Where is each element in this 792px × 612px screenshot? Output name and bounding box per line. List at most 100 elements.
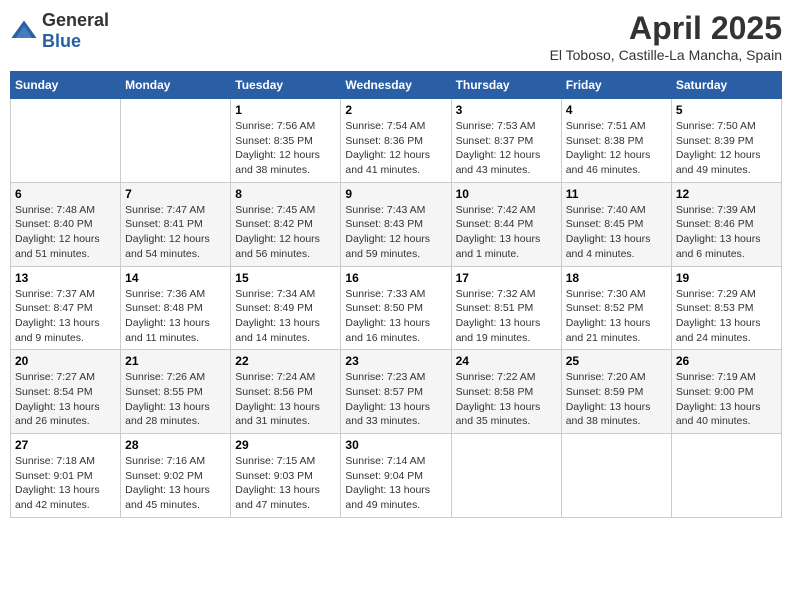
calendar-cell: 17Sunrise: 7:32 AM Sunset: 8:51 PM Dayli… — [451, 266, 561, 350]
calendar-cell: 14 Sunrise: 7:36 AM Sunset: 8:48 PM Dayli… — [121, 266, 231, 350]
calendar-cell — [11, 99, 121, 183]
day-detail: Sunrise: 7:56 AM Sunset: 8:35 PM Dayligh… — [235, 119, 336, 178]
calendar-week-3: 13 Sunrise: 7:37 AM Sunset: 8:47 PM Dayli… — [11, 266, 782, 350]
header: General Blue April 2025 El Toboso, Casti… — [10, 10, 782, 63]
day-number: 17 — [456, 271, 557, 285]
weekday-header-thursday: Thursday — [451, 72, 561, 99]
day-number: 8 — [235, 187, 336, 201]
day-number: 16 — [345, 271, 446, 285]
title-area: April 2025 El Toboso, Castille-La Mancha… — [550, 10, 782, 63]
day-number: 5 — [676, 103, 777, 117]
day-number: 30 — [345, 438, 446, 452]
day-detail: Sunrise: 7:18 AM Sunset: 9:01 PM Dayligh… — [15, 454, 116, 513]
calendar-cell: 1 Sunrise: 7:56 AM Sunset: 8:35 PM Daylig… — [231, 99, 341, 183]
day-detail: Sunrise: 7:43 AM Sunset: 8:43 PM Dayligh… — [345, 203, 446, 262]
calendar-cell: 30 Sunrise: 7:14 AM Sunset: 9:04 PM Dayli… — [341, 434, 451, 518]
day-detail: Sunrise: 7:16 AM Sunset: 9:02 PM Dayligh… — [125, 454, 226, 513]
calendar-cell: 9 Sunrise: 7:43 AM Sunset: 8:43 PM Daylig… — [341, 182, 451, 266]
day-detail: Sunrise: 7:51 AM Sunset: 8:38 PM Dayligh… — [566, 119, 667, 178]
logo-text: General Blue — [42, 10, 109, 52]
day-number: 6 — [15, 187, 116, 201]
day-number: 9 — [345, 187, 446, 201]
calendar-week-4: 20 Sunrise: 7:27 AM Sunset: 8:54 PM Dayli… — [11, 350, 782, 434]
calendar-week-2: 6 Sunrise: 7:48 AM Sunset: 8:40 PM Daylig… — [11, 182, 782, 266]
day-detail: Sunrise: 7:19 AM Sunset: 9:00 PM Dayligh… — [676, 370, 777, 429]
day-detail: Sunrise: 7:47 AM Sunset: 8:41 PM Dayligh… — [125, 203, 226, 262]
day-number: 19 — [676, 271, 777, 285]
day-number: 24 — [456, 354, 557, 368]
calendar-cell: 24 Sunrise: 7:22 AM Sunset: 8:58 PM Dayli… — [451, 350, 561, 434]
calendar-cell: 27Sunrise: 7:18 AM Sunset: 9:01 PM Dayli… — [11, 434, 121, 518]
day-number: 20 — [15, 354, 116, 368]
calendar-cell: 26 Sunrise: 7:19 AM Sunset: 9:00 PM Dayli… — [671, 350, 781, 434]
day-number: 4 — [566, 103, 667, 117]
calendar-week-1: 1 Sunrise: 7:56 AM Sunset: 8:35 PM Daylig… — [11, 99, 782, 183]
calendar-cell: 8 Sunrise: 7:45 AM Sunset: 8:42 PM Daylig… — [231, 182, 341, 266]
calendar-cell: 13 Sunrise: 7:37 AM Sunset: 8:47 PM Dayli… — [11, 266, 121, 350]
day-detail: Sunrise: 7:24 AM Sunset: 8:56 PM Dayligh… — [235, 370, 336, 429]
day-number: 29 — [235, 438, 336, 452]
calendar-cell: 28Sunrise: 7:16 AM Sunset: 9:02 PM Dayli… — [121, 434, 231, 518]
day-detail: Sunrise: 7:26 AM Sunset: 8:55 PM Dayligh… — [125, 370, 226, 429]
calendar-cell: 22 Sunrise: 7:24 AM Sunset: 8:56 PM Dayli… — [231, 350, 341, 434]
day-detail: Sunrise: 7:22 AM Sunset: 8:58 PM Dayligh… — [456, 370, 557, 429]
subtitle: El Toboso, Castille-La Mancha, Spain — [550, 47, 782, 63]
day-number: 3 — [456, 103, 557, 117]
weekday-header-saturday: Saturday — [671, 72, 781, 99]
weekday-header-monday: Monday — [121, 72, 231, 99]
calendar-cell: 6 Sunrise: 7:48 AM Sunset: 8:40 PM Daylig… — [11, 182, 121, 266]
day-detail: Sunrise: 7:50 AM Sunset: 8:39 PM Dayligh… — [676, 119, 777, 178]
day-number: 25 — [566, 354, 667, 368]
day-detail: Sunrise: 7:34 AM Sunset: 8:49 PM Dayligh… — [235, 287, 336, 346]
calendar-cell: 5 Sunrise: 7:50 AM Sunset: 8:39 PM Daylig… — [671, 99, 781, 183]
calendar-cell: 19 Sunrise: 7:29 AM Sunset: 8:53 PM Dayli… — [671, 266, 781, 350]
calendar-cell: 20 Sunrise: 7:27 AM Sunset: 8:54 PM Dayli… — [11, 350, 121, 434]
day-detail: Sunrise: 7:54 AM Sunset: 8:36 PM Dayligh… — [345, 119, 446, 178]
day-detail: Sunrise: 7:36 AM Sunset: 8:48 PM Dayligh… — [125, 287, 226, 346]
calendar-table: SundayMondayTuesdayWednesdayThursdayFrid… — [10, 71, 782, 518]
main-title: April 2025 — [550, 10, 782, 47]
day-detail: Sunrise: 7:37 AM Sunset: 8:47 PM Dayligh… — [15, 287, 116, 346]
day-detail: Sunrise: 7:14 AM Sunset: 9:04 PM Dayligh… — [345, 454, 446, 513]
day-detail: Sunrise: 7:29 AM Sunset: 8:53 PM Dayligh… — [676, 287, 777, 346]
day-number: 26 — [676, 354, 777, 368]
day-detail: Sunrise: 7:20 AM Sunset: 8:59 PM Dayligh… — [566, 370, 667, 429]
day-detail: Sunrise: 7:30 AM Sunset: 8:52 PM Dayligh… — [566, 287, 667, 346]
calendar-cell: 16 Sunrise: 7:33 AM Sunset: 8:50 PM Dayli… — [341, 266, 451, 350]
weekday-header-tuesday: Tuesday — [231, 72, 341, 99]
day-number: 13 — [15, 271, 116, 285]
weekday-header-row: SundayMondayTuesdayWednesdayThursdayFrid… — [11, 72, 782, 99]
day-detail: Sunrise: 7:45 AM Sunset: 8:42 PM Dayligh… — [235, 203, 336, 262]
calendar-cell: 29Sunrise: 7:15 AM Sunset: 9:03 PM Dayli… — [231, 434, 341, 518]
calendar-cell: 21 Sunrise: 7:26 AM Sunset: 8:55 PM Dayli… — [121, 350, 231, 434]
calendar-cell: 23Sunrise: 7:23 AM Sunset: 8:57 PM Dayli… — [341, 350, 451, 434]
day-number: 2 — [345, 103, 446, 117]
calendar-cell: 10 Sunrise: 7:42 AM Sunset: 8:44 PM Dayli… — [451, 182, 561, 266]
day-detail: Sunrise: 7:27 AM Sunset: 8:54 PM Dayligh… — [15, 370, 116, 429]
day-number: 14 — [125, 271, 226, 285]
day-detail: Sunrise: 7:48 AM Sunset: 8:40 PM Dayligh… — [15, 203, 116, 262]
day-number: 11 — [566, 187, 667, 201]
day-detail: Sunrise: 7:33 AM Sunset: 8:50 PM Dayligh… — [345, 287, 446, 346]
day-number: 15 — [235, 271, 336, 285]
day-number: 18 — [566, 271, 667, 285]
calendar-cell: 15 Sunrise: 7:34 AM Sunset: 8:49 PM Dayli… — [231, 266, 341, 350]
day-number: 12 — [676, 187, 777, 201]
day-detail: Sunrise: 7:42 AM Sunset: 8:44 PM Dayligh… — [456, 203, 557, 262]
day-number: 22 — [235, 354, 336, 368]
weekday-header-friday: Friday — [561, 72, 671, 99]
logo: General Blue — [10, 10, 109, 52]
day-number: 21 — [125, 354, 226, 368]
calendar-cell — [561, 434, 671, 518]
day-detail: Sunrise: 7:53 AM Sunset: 8:37 PM Dayligh… — [456, 119, 557, 178]
day-number: 1 — [235, 103, 336, 117]
calendar-cell: 4 Sunrise: 7:51 AM Sunset: 8:38 PM Daylig… — [561, 99, 671, 183]
day-detail: Sunrise: 7:40 AM Sunset: 8:45 PM Dayligh… — [566, 203, 667, 262]
calendar-cell: 2 Sunrise: 7:54 AM Sunset: 8:36 PM Daylig… — [341, 99, 451, 183]
calendar-cell: 25 Sunrise: 7:20 AM Sunset: 8:59 PM Dayli… — [561, 350, 671, 434]
day-number: 7 — [125, 187, 226, 201]
weekday-header-sunday: Sunday — [11, 72, 121, 99]
day-detail: Sunrise: 7:39 AM Sunset: 8:46 PM Dayligh… — [676, 203, 777, 262]
day-number: 10 — [456, 187, 557, 201]
weekday-header-wednesday: Wednesday — [341, 72, 451, 99]
